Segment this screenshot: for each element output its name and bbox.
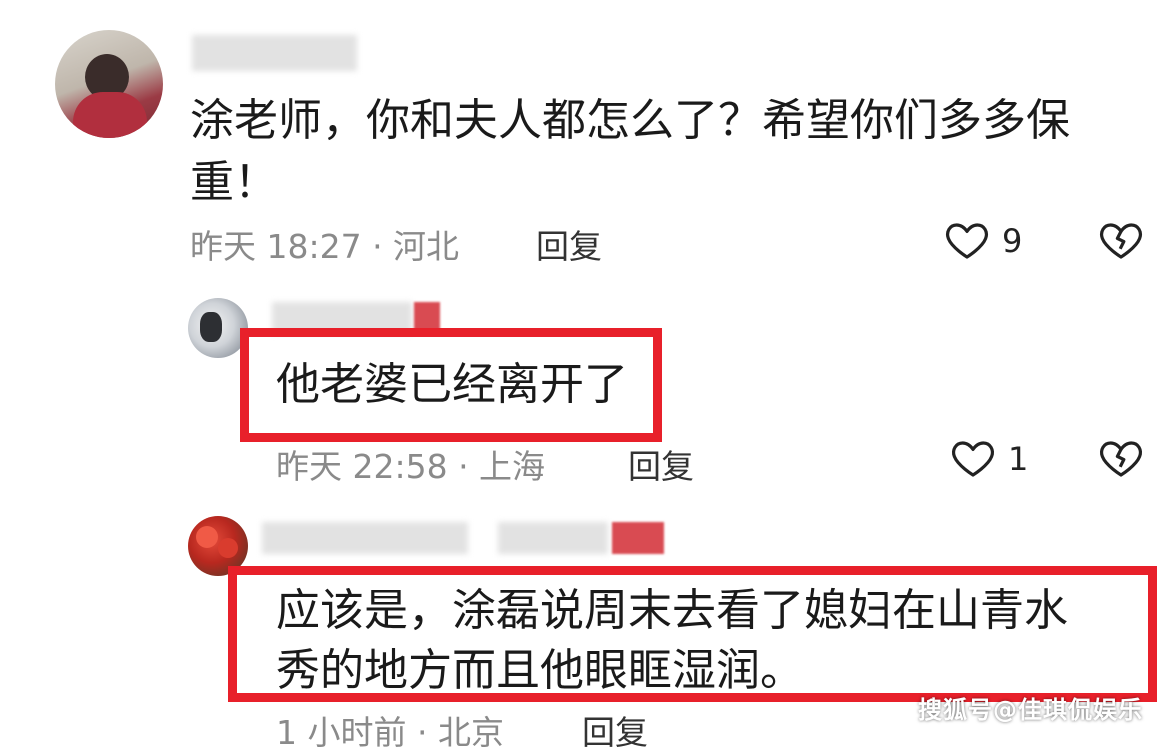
commenter-avatar[interactable] (55, 30, 163, 138)
comment-meta: 昨天 18:27 · 河北 (190, 227, 460, 266)
avatar-body (73, 92, 147, 138)
commenter-name-redacted[interactable] (192, 35, 357, 71)
heart-outline-icon[interactable] (948, 434, 998, 482)
heart-outline-icon[interactable] (942, 216, 992, 264)
broken-heart-icon[interactable] (1096, 216, 1146, 264)
like-count: 1 (1008, 440, 1029, 478)
avatar-figure (200, 312, 222, 342)
badge-redacted (612, 522, 664, 554)
watermark: 搜狐号@佳琪侃娱乐 (918, 696, 1143, 724)
avatar-flower (218, 538, 238, 558)
comment-meta: 昨天 22:58 · 上海 (276, 447, 546, 486)
comment-text: 重！ (190, 157, 278, 208)
comment-text: 秀的地方而且他眼眶湿润。 (276, 645, 804, 696)
commenter-name-redacted[interactable] (498, 522, 608, 554)
comment-meta: 1 小时前 · 北京 (276, 713, 504, 752)
comment-text: 应该是，涂磊说周末去看了媳妇在山青水 (276, 585, 1068, 636)
reply-button[interactable]: 回复 (628, 440, 694, 488)
commenter-name-redacted[interactable] (262, 522, 468, 554)
comment-text: 涂老师，你和夫人都怎么了？希望你们多多保 (190, 95, 1070, 146)
avatar-flower (196, 526, 218, 548)
comment-text: 他老婆已经离开了 (276, 359, 628, 410)
like-count: 9 (1002, 222, 1023, 260)
reply-button[interactable]: 回复 (536, 220, 602, 268)
reply-button[interactable]: 回复 (582, 706, 648, 754)
commenter-avatar[interactable] (188, 298, 248, 358)
broken-heart-icon[interactable] (1096, 434, 1146, 482)
